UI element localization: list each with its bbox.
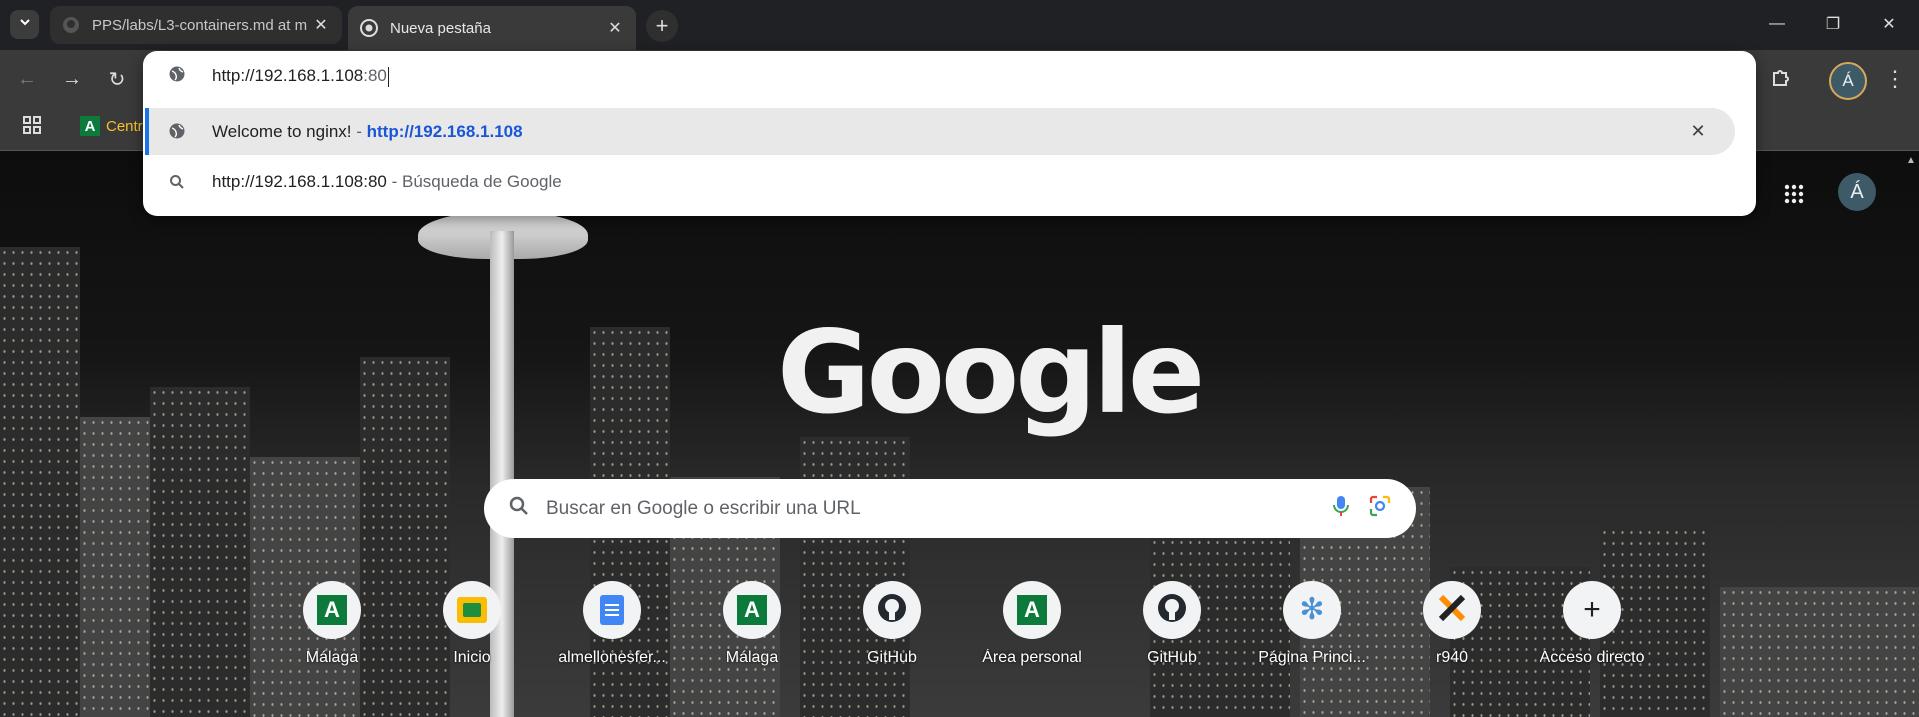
- snowflake-icon: ✻: [1299, 593, 1325, 626]
- account-avatar[interactable]: Á: [1838, 173, 1876, 211]
- puzzle-icon: [1770, 66, 1792, 93]
- tab-search-button[interactable]: [10, 10, 39, 39]
- x-logo-icon: [1437, 593, 1467, 628]
- search-icon: [167, 172, 187, 192]
- forward-button[interactable]: →: [57, 64, 87, 94]
- shortcut-label: Málaga: [725, 649, 779, 666]
- shortcut-tile[interactable]: Inicio: [402, 581, 542, 667]
- andalucia-icon: A: [737, 595, 767, 625]
- shortcut-tile[interactable]: GitHub: [822, 581, 962, 667]
- github-icon: [877, 593, 907, 628]
- github-icon: [62, 16, 80, 34]
- suggestion-title: http://192.168.1.108:80: [212, 172, 387, 191]
- shortcut-label: Málaga: [305, 649, 359, 666]
- google-logo: Google: [777, 306, 1205, 439]
- extensions-button[interactable]: [1766, 64, 1796, 94]
- more-vert-icon: ⋮: [1884, 66, 1906, 91]
- restore-icon: ❐: [1825, 16, 1841, 33]
- avatar: Á: [1842, 71, 1854, 90]
- shortcut-label: r940: [1435, 649, 1469, 666]
- andalucia-icon: A: [1017, 595, 1047, 625]
- arrow-left-icon: ←: [17, 67, 37, 90]
- back-button[interactable]: ←: [12, 64, 42, 94]
- ntp-search-box[interactable]: Buscar en Google o escribir una URL: [484, 479, 1416, 538]
- bookmark-label: Centr: [106, 117, 143, 135]
- shortcut-tile[interactable]: ✻ Página Princi...: [1242, 581, 1382, 667]
- omnibox-input-row[interactable]: http://192.168.1.108:80: [143, 51, 1756, 105]
- globe-icon: [167, 121, 187, 141]
- text-caret: [387, 66, 389, 87]
- shortcut-tile[interactable]: A Málaga: [682, 581, 822, 667]
- suggestion-url: http://192.168.1.108: [366, 121, 523, 141]
- tab-github[interactable]: PPS/labs/L3-containers.md at m ✕: [50, 6, 342, 44]
- grid-icon: [22, 116, 42, 139]
- andalucia-icon: A: [317, 595, 347, 625]
- chrome-icon: [360, 19, 378, 37]
- close-icon: ✕: [1882, 16, 1896, 33]
- avatar-initial: Á: [1850, 180, 1864, 203]
- chevron-down-icon: [18, 15, 32, 34]
- apps-shortcut[interactable]: [22, 115, 42, 140]
- shortcut-tile[interactable]: GitHub: [1102, 581, 1242, 667]
- shortcut-tile[interactable]: A Área personal: [962, 581, 1102, 667]
- omnibox-suggestion-selected[interactable]: Welcome to nginx! - http://192.168.1.108…: [145, 108, 1735, 155]
- tab-new-tab[interactable]: Nueva pestaña ✕: [348, 6, 636, 50]
- shortcut-tile[interactable]: almellonesfer...: [542, 581, 682, 667]
- suggestion-title: Welcome to nginx!: [212, 121, 352, 141]
- scrollbar-up-arrow[interactable]: ▲: [1906, 155, 1918, 167]
- omnibox-dropdown: http://192.168.1.108:80 Welcome to nginx…: [143, 51, 1756, 216]
- tab-title: PPS/labs/L3-containers.md at m: [92, 16, 308, 34]
- typed-url: http://192.168.1.108: [212, 66, 364, 85]
- search-icon: [508, 495, 530, 522]
- minimize-icon: —: [1769, 15, 1785, 32]
- minimize-button[interactable]: —: [1749, 0, 1805, 48]
- window-close-button[interactable]: ✕: [1861, 0, 1917, 48]
- close-icon[interactable]: ✕: [312, 16, 330, 34]
- plus-icon: +: [1583, 593, 1601, 626]
- docs-icon: [600, 595, 624, 625]
- shortcut-tile[interactable]: r940: [1382, 581, 1522, 667]
- shortcut-tile[interactable]: A Málaga: [262, 581, 402, 667]
- profile-button[interactable]: Á: [1829, 62, 1867, 100]
- reload-button[interactable]: ↻: [102, 64, 132, 94]
- github-icon: [1157, 593, 1187, 628]
- shortcut-label: GitHub: [1147, 649, 1197, 666]
- new-tab-page: Google Á Buscar en Google o escribir una…: [0, 151, 1919, 717]
- close-icon: ✕: [1690, 120, 1706, 141]
- shortcuts-row: A Málaga Inicio almellonesfer... A Málag…: [262, 581, 1662, 701]
- globe-icon: [167, 64, 187, 84]
- chrome-menu-button[interactable]: ⋮: [1883, 64, 1907, 94]
- andalucia-icon: A: [80, 116, 100, 136]
- tab-title: Nueva pestaña: [390, 19, 491, 37]
- suggestion-separator: -: [386, 172, 402, 191]
- arrow-right-icon: →: [62, 67, 82, 90]
- shortcut-label: almellonesfer...: [558, 649, 666, 666]
- shortcut-label: Página Princi...: [1258, 649, 1366, 666]
- search-placeholder: Buscar en Google o escribir una URL: [546, 497, 861, 519]
- restore-button[interactable]: ❐: [1805, 0, 1861, 48]
- selection-accent: [145, 108, 149, 155]
- close-icon[interactable]: ✕: [606, 19, 624, 37]
- shortcut-label: Área personal: [982, 649, 1082, 666]
- apps-grid-icon: [1784, 184, 1804, 208]
- classroom-icon: [457, 597, 487, 623]
- google-lens-icon[interactable]: [1368, 494, 1392, 523]
- remove-suggestion-button[interactable]: ✕: [1687, 120, 1709, 142]
- omnibox-suggestion[interactable]: http://192.168.1.108:80 - Búsqueda de Go…: [143, 159, 1756, 205]
- shortcut-label: Acceso directo: [1539, 649, 1645, 666]
- address-bar-input[interactable]: http://192.168.1.108:80: [212, 66, 1612, 87]
- add-shortcut-tile[interactable]: + Acceso directo: [1522, 581, 1662, 667]
- typed-url-suffix: :80: [363, 66, 387, 85]
- suggestion-detail: Búsqueda de Google: [401, 172, 562, 191]
- reload-icon: ↻: [108, 68, 126, 91]
- plus-icon: +: [655, 13, 669, 38]
- new-tab-button[interactable]: +: [646, 10, 678, 42]
- shortcut-label: GitHub: [867, 649, 917, 666]
- google-apps-button[interactable]: [1784, 184, 1804, 209]
- microphone-icon[interactable]: [1332, 494, 1350, 523]
- shortcut-label: Inicio: [453, 649, 491, 666]
- suggestion-separator: -: [351, 121, 367, 141]
- bookmark-item[interactable]: A Centr: [80, 116, 143, 136]
